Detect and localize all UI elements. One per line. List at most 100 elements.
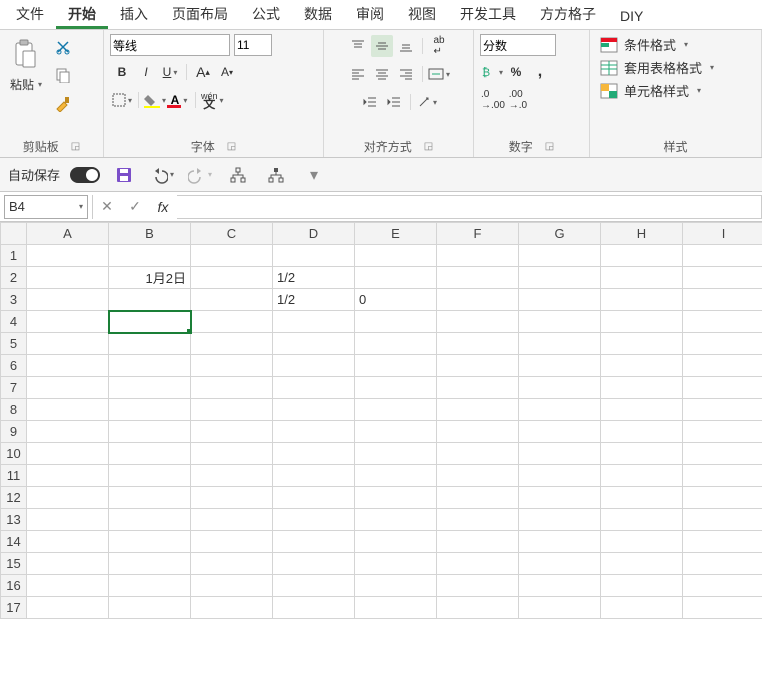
cell-H5[interactable] — [601, 333, 683, 355]
cell-H8[interactable] — [601, 399, 683, 421]
cell-G9[interactable] — [519, 421, 601, 443]
cell-E13[interactable] — [355, 509, 437, 531]
cell-A5[interactable] — [27, 333, 109, 355]
cell-A15[interactable] — [27, 553, 109, 575]
cell-B17[interactable] — [109, 597, 191, 619]
paste-label[interactable]: 粘贴▾ — [10, 76, 42, 93]
cell-F15[interactable] — [437, 553, 519, 575]
cell-D15[interactable] — [273, 553, 355, 575]
cell-G3[interactable] — [519, 289, 601, 311]
cell-G10[interactable] — [519, 443, 601, 465]
menu-insert[interactable]: 插入 — [108, 0, 160, 29]
cell-C2[interactable] — [191, 267, 273, 289]
row-header-3[interactable]: 3 — [1, 289, 27, 311]
menu-pagelayout[interactable]: 页面布局 — [160, 0, 240, 29]
borders-button[interactable]: ▾ — [111, 89, 133, 111]
cell-D13[interactable] — [273, 509, 355, 531]
cell-G11[interactable] — [519, 465, 601, 487]
cell-I7[interactable] — [683, 377, 762, 399]
cell-C8[interactable] — [191, 399, 273, 421]
name-box-dropdown-icon[interactable]: ▾ — [79, 202, 83, 211]
col-header-A[interactable]: A — [27, 223, 109, 245]
cell-B10[interactable] — [109, 443, 191, 465]
row-header-6[interactable]: 6 — [1, 355, 27, 377]
cell-D10[interactable] — [273, 443, 355, 465]
cell-H1[interactable] — [601, 245, 683, 267]
worksheet[interactable]: A B C D E F G H I 121月2日1/231/2045678910… — [0, 222, 762, 619]
cell-F17[interactable] — [437, 597, 519, 619]
cell-G14[interactable] — [519, 531, 601, 553]
qat-customize-button[interactable]: ▾ — [301, 162, 327, 188]
cell-H15[interactable] — [601, 553, 683, 575]
font-launcher-icon[interactable]: ◲ — [227, 141, 236, 152]
cell-D2[interactable]: 1/2 — [273, 267, 355, 289]
cell-E9[interactable] — [355, 421, 437, 443]
cell-F10[interactable] — [437, 443, 519, 465]
cut-button[interactable] — [51, 35, 75, 59]
redo-button[interactable]: ▾ — [187, 162, 213, 188]
cell-I8[interactable] — [683, 399, 762, 421]
menu-home[interactable]: 开始 — [56, 0, 108, 29]
menu-data[interactable]: 数据 — [292, 0, 344, 29]
row-header-2[interactable]: 2 — [1, 267, 27, 289]
col-header-F[interactable]: F — [437, 223, 519, 245]
cell-E4[interactable] — [355, 311, 437, 333]
decrease-decimal-button[interactable]: .00→.0 — [507, 89, 529, 111]
cell-C4[interactable] — [191, 311, 273, 333]
cell-D14[interactable] — [273, 531, 355, 553]
cell-H7[interactable] — [601, 377, 683, 399]
align-bottom-button[interactable] — [395, 35, 417, 57]
cell-H2[interactable] — [601, 267, 683, 289]
cell-G12[interactable] — [519, 487, 601, 509]
orientation-button[interactable]: ▾ — [416, 91, 438, 113]
cell-F4[interactable] — [437, 311, 519, 333]
cell-C10[interactable] — [191, 443, 273, 465]
cell-F3[interactable] — [437, 289, 519, 311]
cell-styles-button[interactable]: 单元格样式▾ — [596, 80, 718, 101]
table-format-button[interactable]: 套用表格格式▾ — [596, 57, 718, 78]
cell-B6[interactable] — [109, 355, 191, 377]
cell-I15[interactable] — [683, 553, 762, 575]
cell-E1[interactable] — [355, 245, 437, 267]
row-header-11[interactable]: 11 — [1, 465, 27, 487]
cell-B8[interactable] — [109, 399, 191, 421]
qat-tree2-button[interactable] — [263, 162, 289, 188]
cell-G15[interactable] — [519, 553, 601, 575]
cell-D7[interactable] — [273, 377, 355, 399]
cell-B16[interactable] — [109, 575, 191, 597]
font-size-combo[interactable] — [234, 34, 272, 56]
decrease-font-button[interactable]: A▾ — [216, 61, 238, 83]
cell-H3[interactable] — [601, 289, 683, 311]
cell-E5[interactable] — [355, 333, 437, 355]
cell-B11[interactable] — [109, 465, 191, 487]
align-right-button[interactable] — [395, 63, 417, 85]
accounting-format-button[interactable]: ₿▾ — [481, 61, 503, 83]
cell-H17[interactable] — [601, 597, 683, 619]
qat-tree1-button[interactable] — [225, 162, 251, 188]
underline-button[interactable]: U▾ — [159, 61, 181, 83]
cell-G17[interactable] — [519, 597, 601, 619]
merge-center-button[interactable]: ▾ — [428, 63, 450, 85]
cell-C3[interactable] — [191, 289, 273, 311]
menu-view[interactable]: 视图 — [396, 0, 448, 29]
cell-B12[interactable] — [109, 487, 191, 509]
row-header-14[interactable]: 14 — [1, 531, 27, 553]
cell-A11[interactable] — [27, 465, 109, 487]
col-header-E[interactable]: E — [355, 223, 437, 245]
cell-C17[interactable] — [191, 597, 273, 619]
cell-F2[interactable] — [437, 267, 519, 289]
cell-F5[interactable] — [437, 333, 519, 355]
cell-C11[interactable] — [191, 465, 273, 487]
menu-developer[interactable]: 开发工具 — [448, 0, 528, 29]
cell-A16[interactable] — [27, 575, 109, 597]
cell-B15[interactable] — [109, 553, 191, 575]
cell-A14[interactable] — [27, 531, 109, 553]
italic-button[interactable]: I — [135, 61, 157, 83]
cell-D12[interactable] — [273, 487, 355, 509]
increase-indent-button[interactable] — [383, 91, 405, 113]
copy-button[interactable] — [51, 63, 75, 87]
menu-file[interactable]: 文件 — [4, 0, 56, 29]
align-center-button[interactable] — [371, 63, 393, 85]
cell-G6[interactable] — [519, 355, 601, 377]
autosave-toggle[interactable] — [70, 167, 100, 183]
